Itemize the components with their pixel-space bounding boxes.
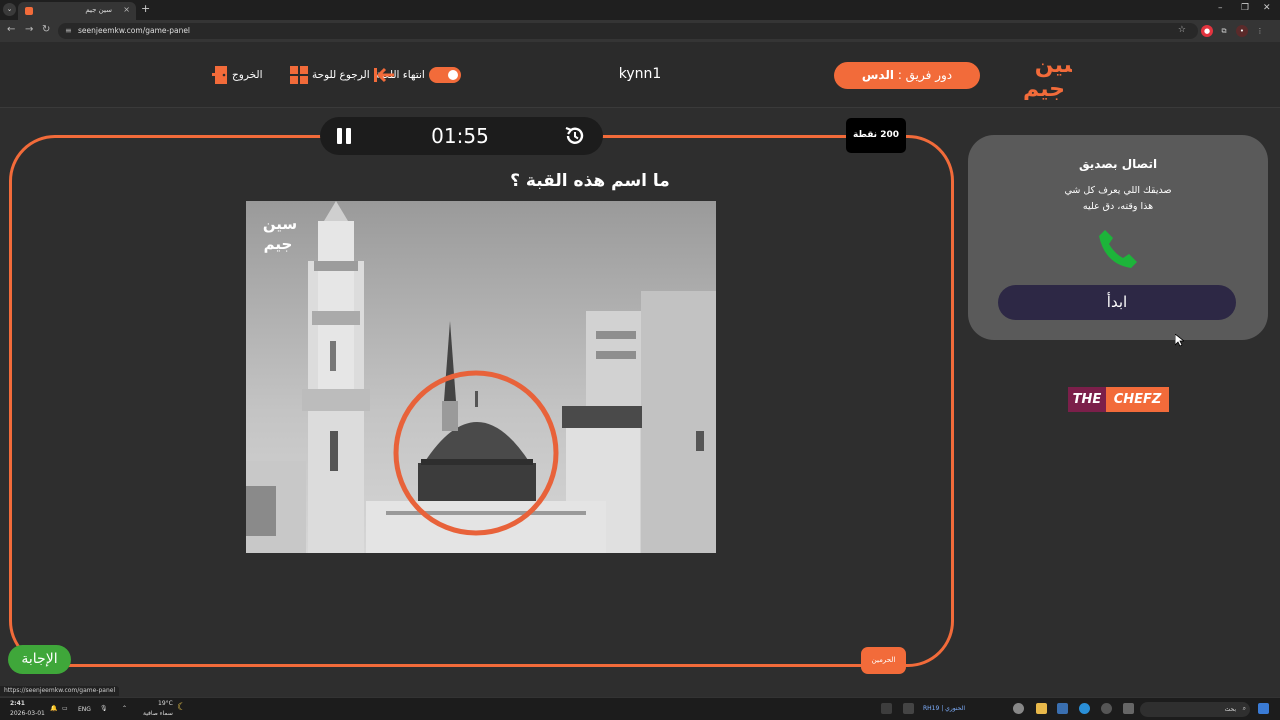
tab-title: سين جيم bbox=[85, 6, 112, 14]
back-arrow-icon bbox=[373, 67, 394, 83]
language-indicator[interactable]: ENG bbox=[78, 706, 91, 713]
app-icon-2[interactable] bbox=[1101, 703, 1112, 714]
new-tab-icon[interactable]: + bbox=[141, 2, 150, 15]
url-text: seenjeemkw.com/game-panel bbox=[78, 26, 191, 35]
clock-date: 2026-03-01 bbox=[10, 710, 45, 717]
current-team-badge: دور فريق : الدس bbox=[834, 62, 980, 89]
reload-icon[interactable]: ↻ bbox=[42, 24, 50, 35]
app-icon[interactable] bbox=[903, 703, 914, 714]
taskbar-app-text[interactable]: RH19 | الحنوري bbox=[923, 705, 965, 712]
game-header: سين جيم دور فريق : الدس kynn1 انتهاء الل… bbox=[0, 42, 1280, 108]
taskbar-search[interactable]: بحث ⌕ bbox=[1140, 702, 1250, 717]
search-placeholder: بحث bbox=[1224, 706, 1236, 713]
sponsor-logo-part1: THE bbox=[1068, 387, 1106, 412]
svg-text:جيم: جيم bbox=[1023, 77, 1065, 100]
edge-icon[interactable] bbox=[1079, 703, 1090, 714]
points-badge: 200 نقطة bbox=[846, 118, 906, 153]
timer-bar: 01:55 bbox=[320, 117, 603, 155]
extensions-puzzle-icon[interactable]: ⧉ bbox=[1218, 25, 1230, 37]
network-icon[interactable]: ▭ bbox=[62, 705, 68, 712]
weather-desc: سماء صافية bbox=[143, 710, 173, 717]
browser-menu-icon[interactable]: ⋮ bbox=[1254, 25, 1266, 37]
reset-timer-icon[interactable] bbox=[563, 125, 585, 147]
pause-icon[interactable] bbox=[337, 128, 351, 144]
clock-time: 2:41 bbox=[10, 700, 25, 707]
mic-icon[interactable]: 🎙 bbox=[100, 705, 108, 712]
svg-text:جيم: جيم bbox=[264, 235, 293, 253]
close-window-icon[interactable]: ✕ bbox=[1263, 3, 1271, 13]
countdown-timer: 01:55 bbox=[431, 124, 489, 148]
panel-description: صديقك اللي يعرف كل شي هذا وقته، دق عليه bbox=[1038, 183, 1198, 215]
category-badge: الحرمين bbox=[861, 647, 906, 674]
team-label: دور فريق : bbox=[897, 68, 953, 82]
forward-icon[interactable]: → bbox=[25, 24, 33, 35]
weather-temp: 19°C bbox=[158, 700, 173, 707]
svg-text:سين: سين bbox=[263, 215, 297, 233]
seen-jeem-logo: سين جيم bbox=[1023, 53, 1072, 100]
browser-tab[interactable]: سين جيم × bbox=[18, 2, 136, 20]
notification-icon[interactable]: 🔔 bbox=[50, 705, 57, 712]
browser-tab-bar: ⌄ سين جيم × + – ❐ ✕ bbox=[0, 0, 1280, 20]
taskbar: 2:41 2026-03-01 🔔 ▭ ENG 🎙 ⌃ 19°C سماء صا… bbox=[0, 697, 1280, 720]
start-call-button[interactable]: ابدأ bbox=[998, 285, 1236, 320]
panel-description-line2: هذا وقته، دق عليه bbox=[1082, 201, 1154, 212]
svg-text:سين: سين bbox=[1035, 53, 1072, 78]
dome-photo: سين جيم bbox=[246, 201, 716, 553]
exit-door-icon bbox=[212, 66, 227, 84]
panel-title: اتصال بصديق bbox=[1078, 157, 1158, 171]
exit-button[interactable]: الخروج bbox=[212, 66, 263, 84]
tab-list-icon[interactable]: ⌄ bbox=[3, 3, 16, 16]
minimize-icon[interactable]: – bbox=[1218, 3, 1223, 13]
sponsor-logo-part2: CHEFZ bbox=[1113, 392, 1162, 407]
extension-icon[interactable]: ● bbox=[1201, 25, 1213, 37]
back-to-board-button[interactable]: الرجوع للوحة bbox=[290, 66, 396, 84]
call-friend-panel: اتصال بصديق صديقك اللي يعرف كل شي هذا وق… bbox=[968, 135, 1268, 340]
username: kynn1 bbox=[618, 66, 662, 82]
panel-description-line1: صديقك اللي يعرف كل شي bbox=[1064, 185, 1172, 196]
chrome-icon[interactable] bbox=[1013, 703, 1024, 714]
site-info-icon[interactable]: ≡ bbox=[65, 26, 72, 35]
board-grid-icon bbox=[290, 66, 308, 84]
steam-icon[interactable] bbox=[881, 703, 892, 714]
back-icon[interactable]: ← bbox=[7, 24, 15, 35]
exit-label: الخروج bbox=[232, 69, 263, 81]
address-bar-row: ← → ↻ ≡ seenjeemkw.com/game-panel ☆ ● ⧉ … bbox=[0, 20, 1280, 42]
question-image: سين جيم bbox=[246, 201, 716, 553]
file-explorer-icon[interactable] bbox=[1036, 703, 1047, 714]
maximize-icon[interactable]: ❐ bbox=[1241, 3, 1249, 13]
bookmark-star-icon[interactable]: ☆ bbox=[1178, 25, 1186, 35]
profile-avatar-icon[interactable]: • bbox=[1236, 25, 1248, 37]
search-icon: ⌕ bbox=[1242, 705, 1246, 712]
url-field[interactable]: ≡ seenjeemkw.com/game-panel ☆ bbox=[58, 23, 1198, 39]
sponsor-logo: THE CHEFZ bbox=[1068, 387, 1169, 412]
team-name: الدس bbox=[861, 68, 894, 82]
tab-close-icon[interactable]: × bbox=[123, 5, 130, 14]
question-text: ما اسم هذه القبة ؟ bbox=[510, 171, 670, 191]
end-game-toggle[interactable] bbox=[428, 67, 461, 83]
task-view-icon[interactable] bbox=[1123, 703, 1134, 714]
phone-icon bbox=[1099, 230, 1137, 268]
mouse-cursor-icon bbox=[1175, 334, 1184, 347]
show-answer-button[interactable]: الإجابة bbox=[8, 645, 71, 674]
status-url: https://seenjeemkw.com/game-panel bbox=[0, 686, 120, 696]
back-to-board-label: الرجوع للوحة bbox=[312, 69, 370, 81]
tray-chevron-icon[interactable]: ⌃ bbox=[122, 705, 127, 712]
store-icon[interactable] bbox=[1057, 703, 1068, 714]
start-icon[interactable] bbox=[1258, 703, 1269, 714]
moon-icon[interactable]: ☾ bbox=[177, 702, 186, 713]
